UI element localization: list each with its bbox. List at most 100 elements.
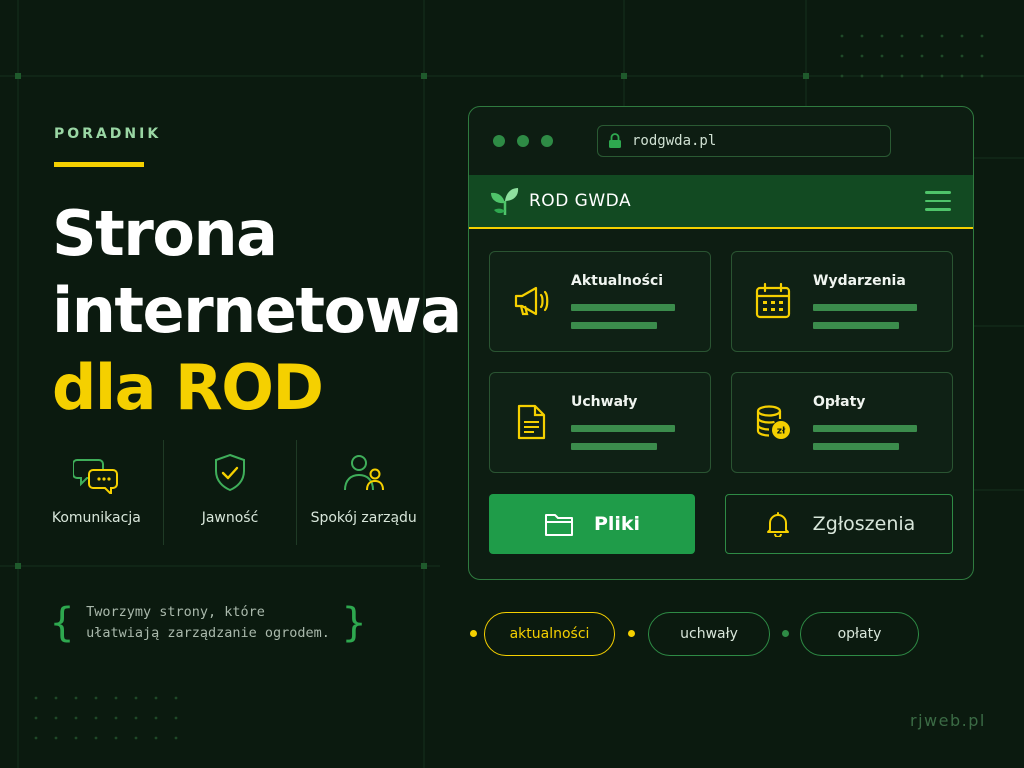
sprout-logo-icon bbox=[491, 188, 519, 215]
decorative-dot bbox=[54, 716, 58, 720]
reports-button[interactable]: Zgłoszenia bbox=[725, 494, 953, 554]
text-placeholder-line bbox=[813, 304, 917, 311]
site-name: ROD GWDA bbox=[529, 191, 632, 211]
tagline-line-1: Tworzymy strony, które bbox=[86, 604, 265, 620]
decorative-dot bbox=[840, 54, 844, 58]
decorative-dot bbox=[920, 34, 924, 38]
eyebrow-underline bbox=[54, 162, 144, 167]
card-resolutions[interactable]: Uchwały bbox=[489, 372, 711, 473]
decorative-dot bbox=[154, 696, 158, 700]
decorative-dot bbox=[940, 74, 944, 78]
feature-label: Jawność bbox=[201, 510, 259, 526]
tag-resolutions[interactable]: uchwały bbox=[648, 612, 770, 656]
text-placeholder-line bbox=[571, 443, 657, 450]
feature-peace-of-mind: Spokój zarządu bbox=[297, 440, 430, 545]
document-icon bbox=[517, 404, 546, 440]
card-title: Opłaty bbox=[813, 394, 866, 410]
text-placeholder-line bbox=[813, 425, 917, 432]
decorative-dot bbox=[960, 34, 964, 38]
window-dot-icon bbox=[493, 135, 505, 147]
tagline-text: Tworzymy strony, które ułatwiają zarządz… bbox=[74, 602, 342, 644]
decorative-dot bbox=[114, 736, 118, 740]
tagline: { Tworzymy strony, które ułatwiają zarzą… bbox=[50, 602, 366, 644]
text-placeholder-line bbox=[571, 322, 657, 329]
tag-separator-dot bbox=[782, 630, 789, 637]
decorative-dot bbox=[174, 716, 178, 720]
chat-bubbles-icon bbox=[73, 459, 119, 494]
decorative-dot bbox=[74, 696, 78, 700]
text-placeholder-line bbox=[571, 425, 675, 432]
text-placeholder-line bbox=[571, 304, 675, 311]
decorative-dot bbox=[54, 736, 58, 740]
decorative-dot bbox=[114, 716, 118, 720]
card-title: Aktualności bbox=[571, 273, 664, 289]
decorative-dot bbox=[114, 696, 118, 700]
decorative-dot bbox=[900, 34, 904, 38]
decorative-dot bbox=[860, 74, 864, 78]
site-navbar: ROD GWDA bbox=[469, 175, 973, 229]
decorative-dot bbox=[74, 736, 78, 740]
headline-line-2: internetowa bbox=[52, 273, 462, 347]
decorative-dot bbox=[880, 74, 884, 78]
decorative-dot bbox=[154, 716, 158, 720]
coins-icon: zł bbox=[756, 405, 790, 439]
shield-check-icon bbox=[215, 453, 245, 492]
card-news[interactable]: Aktualności bbox=[489, 251, 711, 352]
decorative-dot bbox=[840, 34, 844, 38]
feature-communication: Komunikacja bbox=[30, 440, 164, 545]
decorative-dot bbox=[960, 54, 964, 58]
headline-line-3: dla ROD bbox=[52, 350, 324, 424]
page-title: Strona internetowa dla ROD bbox=[52, 196, 462, 427]
feature-list: Komunikacja Jawność Spokój zarządu bbox=[30, 440, 430, 545]
tagline-line-2: ułatwiają zarządzanie ogrodem. bbox=[86, 624, 330, 641]
card-title: Uchwały bbox=[571, 394, 638, 410]
decorative-dot bbox=[860, 54, 864, 58]
decorative-dot bbox=[94, 696, 98, 700]
decorative-dot bbox=[940, 54, 944, 58]
window-dot-icon bbox=[517, 135, 529, 147]
tag-fees[interactable]: opłaty bbox=[800, 612, 919, 656]
decorative-dot bbox=[920, 74, 924, 78]
decorative-dot bbox=[980, 74, 984, 78]
brand-watermark: rjweb.pl bbox=[910, 711, 986, 730]
headline-line-1: Strona bbox=[52, 197, 278, 270]
decorative-dot bbox=[960, 74, 964, 78]
decorative-dot bbox=[134, 716, 138, 720]
card-events[interactable]: Wydarzenia bbox=[731, 251, 953, 352]
decorative-dot bbox=[980, 34, 984, 38]
decorative-dot bbox=[940, 34, 944, 38]
decorative-dot bbox=[134, 736, 138, 740]
feature-label: Komunikacja bbox=[51, 510, 141, 526]
decorative-dot bbox=[860, 34, 864, 38]
decorative-dot bbox=[920, 54, 924, 58]
decorative-dot bbox=[900, 54, 904, 58]
reports-button-label: Zgłoszenia bbox=[812, 513, 916, 535]
address-url: rodgwda.pl bbox=[632, 133, 717, 149]
decorative-dot bbox=[174, 736, 178, 740]
lock-icon bbox=[609, 133, 621, 148]
decorative-dot bbox=[34, 696, 38, 700]
bell-icon bbox=[766, 512, 789, 537]
hamburger-menu-icon[interactable] bbox=[925, 191, 951, 211]
address-bar[interactable]: rodgwda.pl bbox=[597, 125, 891, 157]
tagline-close-brace: } bbox=[341, 599, 367, 646]
tag-separator-dot bbox=[628, 630, 635, 637]
files-button-label: Pliki bbox=[593, 513, 641, 535]
tagline-open-brace: { bbox=[50, 599, 75, 646]
browser-chrome: rodgwda.pl bbox=[469, 107, 973, 175]
decorative-dot bbox=[900, 74, 904, 78]
decorative-dot bbox=[154, 736, 158, 740]
files-button[interactable]: Pliki bbox=[489, 494, 695, 554]
decorative-dot bbox=[54, 696, 58, 700]
decorative-dot bbox=[134, 696, 138, 700]
decorative-dot bbox=[74, 716, 78, 720]
users-icon bbox=[343, 455, 384, 491]
tag-news[interactable]: aktualności bbox=[484, 612, 615, 656]
decorative-dot bbox=[980, 54, 984, 58]
feature-label: Spokój zarządu bbox=[310, 510, 417, 526]
card-fees[interactable]: zł Opłaty bbox=[731, 372, 953, 473]
feature-transparency: Jawność bbox=[164, 440, 298, 545]
browser-mockup: rodgwda.pl ROD GWDA Aktualności Wydarzen… bbox=[468, 106, 974, 580]
decorative-dot bbox=[174, 696, 178, 700]
decorative-dot bbox=[94, 716, 98, 720]
